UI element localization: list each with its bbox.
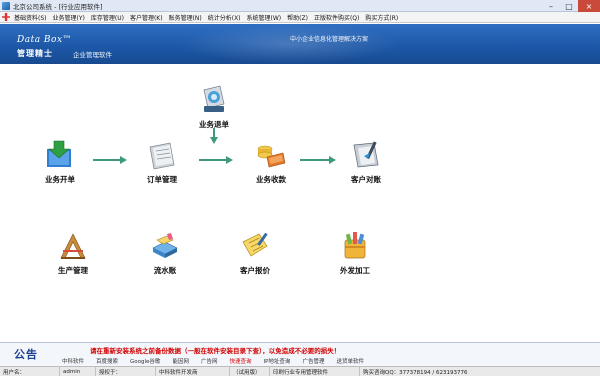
module-label: 流水账 bbox=[153, 266, 177, 275]
flow-arrow bbox=[93, 156, 127, 164]
module-label: 客户对账 bbox=[351, 175, 381, 184]
menu-bar: 基础资料(S) 业务管理(Y) 库存管理(U) 客户管理(K) 账务管理(N) … bbox=[0, 12, 600, 23]
notice-panel: 公告 请在重新安装系统之前备份数据（一般在软件安装目录下查），以免造成不必要的损… bbox=[0, 342, 600, 366]
link-item[interactable]: 百度搜索 bbox=[96, 357, 118, 365]
link-item[interactable]: 广告管理 bbox=[302, 357, 324, 365]
module-payment[interactable]: 业务收款 bbox=[236, 139, 306, 185]
minimize-button[interactable]: – bbox=[542, 0, 560, 12]
order-start-icon bbox=[47, 140, 71, 167]
menu-help[interactable]: 帮助(Z) bbox=[287, 13, 308, 22]
module-ledger[interactable]: 流水账 bbox=[130, 230, 200, 276]
status-user-label: 用户名： bbox=[0, 366, 60, 376]
module-order-return[interactable]: 业务退单 bbox=[179, 84, 249, 130]
window-title: 北京公司系统 - [行业应用软件] bbox=[13, 2, 103, 11]
flow-arrow bbox=[199, 156, 233, 164]
menu-purchase-method[interactable]: 购买方式(R) bbox=[365, 13, 398, 22]
notice-title: 公告 bbox=[14, 348, 38, 361]
module-order-management[interactable]: 订单管理 bbox=[127, 139, 197, 185]
link-item[interactable]: Google谷歌 bbox=[130, 357, 160, 365]
menu-statistics[interactable]: 统计分析(X) bbox=[208, 13, 241, 22]
window-controls: – □ × bbox=[542, 0, 600, 12]
outsource-icon bbox=[344, 232, 366, 259]
link-item[interactable]: 送货单软件 bbox=[336, 357, 364, 365]
banner-glow bbox=[180, 24, 400, 64]
order-management-icon bbox=[149, 142, 175, 170]
backup-warning: 请在重新安装系统之前备份数据（一般在软件安装目录下查），以免造成不必要的损失！ bbox=[90, 347, 341, 355]
brand-english: Data Box™ bbox=[17, 35, 73, 45]
module-quote[interactable]: 客户报价 bbox=[220, 230, 290, 276]
module-order-start[interactable]: 业务开单 bbox=[25, 139, 95, 185]
reconcile-icon bbox=[353, 141, 379, 168]
menu-basic-data[interactable]: 基础资料(S) bbox=[14, 13, 47, 22]
status-bar: 用户名： admin 授权于： 中科软件开发商 （试用版） 印刷行业专用管理软件… bbox=[0, 366, 600, 376]
module-production[interactable]: 生产管理 bbox=[38, 230, 108, 276]
status-edition: （试用版） bbox=[230, 366, 270, 376]
status-vendor: 中科软件开发商 bbox=[156, 366, 230, 376]
maximize-button[interactable]: □ bbox=[560, 0, 578, 12]
header-banner: Data Box™ 管理精士 企业管理软件 中小企业信息化管理解决方案 bbox=[0, 24, 600, 64]
link-item[interactable]: 快速查询 bbox=[229, 357, 251, 365]
brand-subtitle: 企业管理软件 bbox=[73, 51, 112, 59]
module-label: 外发加工 bbox=[340, 266, 370, 275]
app-icon bbox=[2, 1, 10, 10]
menu-purchase[interactable]: 正版软件购买(Q) bbox=[314, 13, 359, 22]
link-item[interactable]: 能因网 bbox=[172, 357, 189, 365]
status-org: 印刷行业专用管理软件 bbox=[270, 366, 360, 376]
link-item[interactable]: 广告网 bbox=[201, 357, 218, 365]
order-return-icon bbox=[203, 85, 225, 112]
module-label: 业务收款 bbox=[256, 175, 286, 184]
brand-chinese: 管理精士 bbox=[17, 49, 53, 58]
status-user: admin bbox=[60, 366, 96, 376]
menu-inventory[interactable]: 库存管理(U) bbox=[91, 13, 124, 22]
module-label: 业务开单 bbox=[45, 175, 75, 184]
status-license-label: 授权于： bbox=[96, 366, 156, 376]
module-reconcile[interactable]: 客户对账 bbox=[331, 139, 401, 185]
menu-system[interactable]: 系统管理(W) bbox=[247, 13, 282, 22]
module-label: 客户报价 bbox=[240, 266, 270, 275]
payment-icon bbox=[257, 145, 286, 168]
title-bar: 北京公司系统 - [行业应用软件] – □ × bbox=[0, 0, 600, 12]
module-label: 订单管理 bbox=[147, 175, 177, 184]
banner-slogan: 中小企业信息化管理解决方案 bbox=[290, 36, 369, 43]
ledger-icon bbox=[152, 233, 178, 258]
quick-links: 中科软件 百度搜索 Google谷歌 能因网 广告网 快速查询 IP地址查询 广… bbox=[62, 357, 376, 365]
menu-business[interactable]: 业务管理(Y) bbox=[53, 13, 85, 22]
production-icon bbox=[60, 233, 86, 259]
menu-accounting[interactable]: 账务管理(N) bbox=[169, 13, 202, 22]
menu-logo-icon bbox=[2, 13, 10, 21]
flow-arrow-down bbox=[210, 128, 218, 144]
status-contact: 购买咨询QQ：377378194 / 623193776 bbox=[363, 369, 468, 376]
link-item[interactable]: IP地址查询 bbox=[263, 357, 290, 365]
menu-customer[interactable]: 客户管理(K) bbox=[130, 13, 163, 22]
link-item[interactable]: 中科软件 bbox=[62, 357, 84, 365]
quote-icon bbox=[242, 232, 268, 257]
workflow-panel: 业务开单 订单管理 业务退单 业务收款 客户对账 生产管理 流水账 客户报价 外… bbox=[0, 64, 600, 342]
close-button[interactable]: × bbox=[578, 0, 600, 12]
module-outsource[interactable]: 外发加工 bbox=[320, 230, 390, 276]
module-label: 生产管理 bbox=[58, 266, 88, 275]
